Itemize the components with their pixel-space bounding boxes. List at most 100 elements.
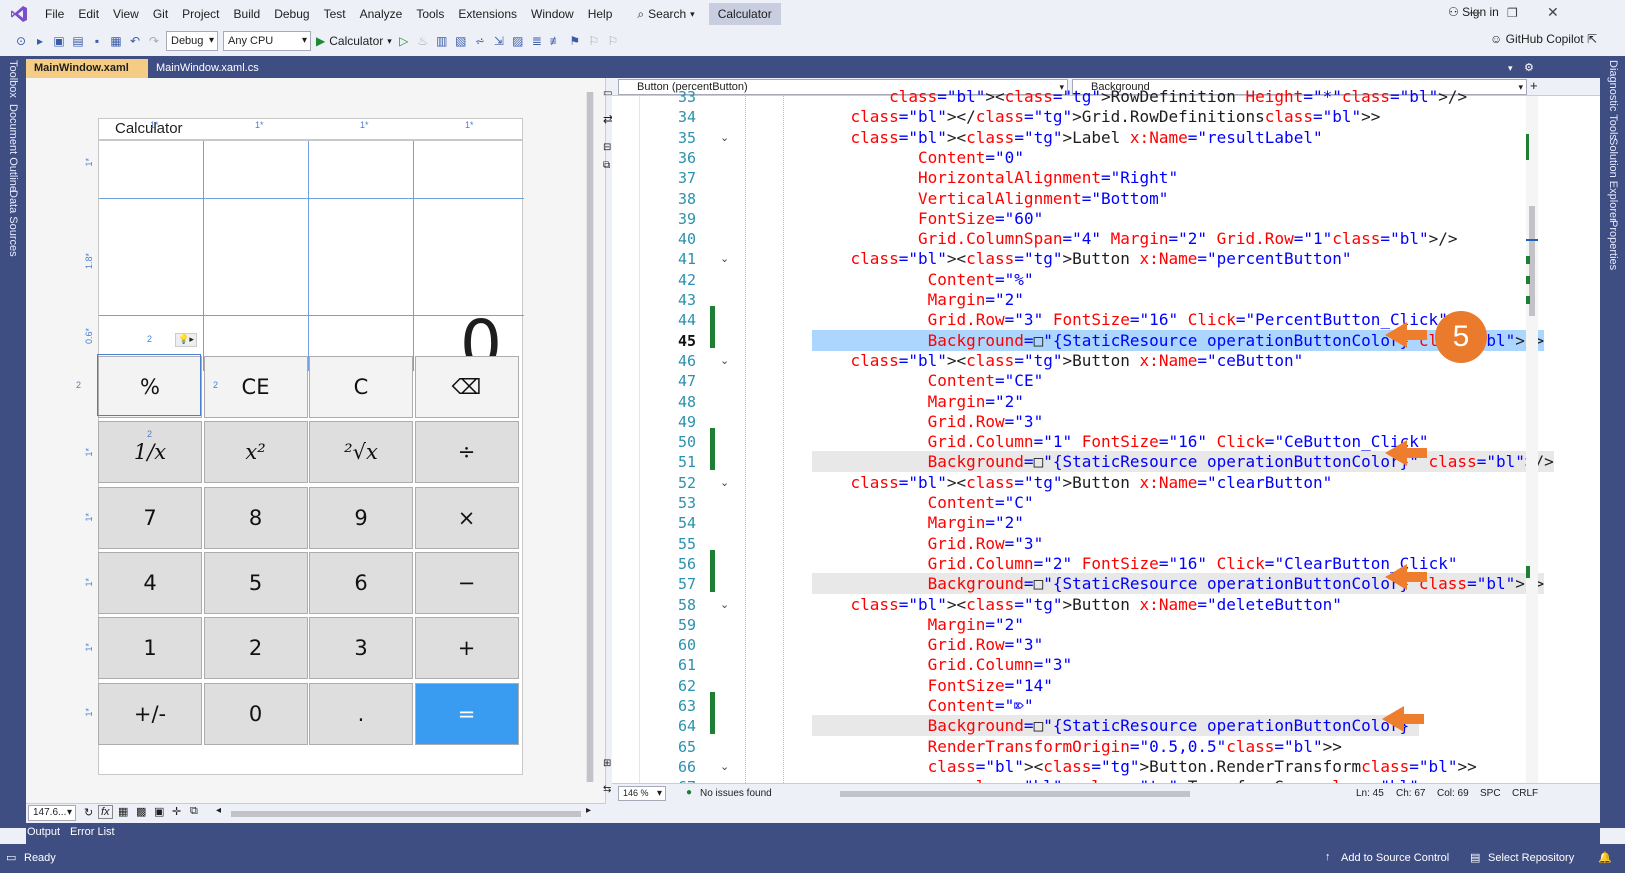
sqrt-button[interactable]: ²√x bbox=[309, 421, 413, 484]
menu-item-window[interactable]: Window bbox=[524, 0, 581, 28]
menu-item-analyze[interactable]: Analyze bbox=[353, 0, 410, 28]
row-size-label[interactable]: 0.6* bbox=[84, 328, 94, 344]
back-icon[interactable]: ⊙ bbox=[14, 34, 28, 48]
code-line[interactable]: 38 VerticalAlignment="Bottom" bbox=[640, 188, 1520, 209]
code-line[interactable]: 34 class="bl"></class="tg">Grid.RowDefin… bbox=[640, 106, 1520, 127]
artboard-icon[interactable]: ▣ bbox=[154, 805, 164, 818]
fold-toggle-icon[interactable]: ⌄ bbox=[720, 476, 729, 489]
fold-toggle-icon[interactable]: ⌄ bbox=[720, 598, 729, 611]
visual-studio-logo-icon[interactable] bbox=[0, 0, 38, 28]
hot-reload-icon[interactable]: ♨ bbox=[416, 34, 430, 48]
step-icon[interactable]: ⇲ bbox=[492, 34, 506, 48]
menu-item-edit[interactable]: Edit bbox=[71, 0, 106, 28]
negate-button[interactable]: +/- bbox=[98, 682, 202, 745]
xaml-designer-surface[interactable]: Calculator 0 💡▸ 1* 1* 1* 1* 1* 1.8* 0.6* 1* 1* 1… bbox=[26, 78, 606, 803]
fold-toggle-icon[interactable]: ⌄ bbox=[720, 131, 729, 144]
code-line[interactable]: 58 class="bl"><class="tg">Button x:Name=… bbox=[640, 594, 1520, 615]
uncomment-icon[interactable]: ≢ bbox=[549, 34, 563, 48]
code-line[interactable]: 47 Content="CE" bbox=[640, 370, 1520, 391]
save-icon[interactable]: ▪ bbox=[90, 34, 104, 48]
code-line[interactable]: 49 Grid.Row="3" bbox=[640, 411, 1520, 432]
toolbox-tab[interactable]: Toolbox bbox=[7, 60, 19, 98]
browse-icon[interactable]: ▥ bbox=[435, 34, 449, 48]
code-line[interactable]: 61 Grid.Column="3" bbox=[640, 654, 1520, 675]
menu-item-extensions[interactable]: Extensions bbox=[451, 0, 524, 28]
line-ending-mode[interactable]: CRLF bbox=[1512, 788, 1538, 799]
tab-error-list-label[interactable]: Error List bbox=[70, 826, 115, 838]
plus-button[interactable]: + bbox=[414, 617, 519, 680]
code-line[interactable]: 35 class="bl"><class="tg">Label x:Name="… bbox=[640, 127, 1520, 148]
code-line[interactable]: 60 Grid.Row="3" bbox=[640, 634, 1520, 655]
tab-mainwindow-xaml[interactable]: MainWindow.xaml ⊸ ✕ bbox=[26, 59, 148, 93]
code-line[interactable]: 66 class="bl"><class="tg">Button.RenderT… bbox=[640, 756, 1520, 777]
code-line[interactable]: 59 Margin="2" bbox=[640, 614, 1520, 635]
divide-button[interactable]: ÷ bbox=[414, 421, 519, 484]
diagnostic-tools-tab[interactable]: Diagnostic Tools bbox=[1607, 60, 1619, 140]
row-size-label[interactable]: 1* bbox=[84, 643, 94, 652]
collapse-pane-icon[interactable]: ⊟ bbox=[603, 142, 611, 153]
tab-mainwindow-xaml-cs[interactable]: MainWindow.xaml.cs bbox=[148, 59, 267, 78]
designer-vertical-scrollbar[interactable] bbox=[586, 92, 594, 782]
start-debugging-button[interactable]: ▶ Calculator ▾ bbox=[316, 34, 392, 48]
equals-button[interactable]: = bbox=[414, 682, 519, 745]
row-size-label[interactable]: 1* bbox=[84, 448, 94, 457]
platform-select[interactable]: Any CPU bbox=[223, 31, 311, 51]
open-folder-icon[interactable]: ▤ bbox=[71, 34, 85, 48]
column-size-label[interactable]: 1* bbox=[465, 120, 474, 130]
four-button[interactable]: 4 bbox=[98, 551, 202, 614]
code-line[interactable]: 41 class="bl"><class="tg">Button x:Name=… bbox=[640, 248, 1520, 269]
designer-zoom-select[interactable]: 147.6... bbox=[28, 805, 76, 821]
row-size-label[interactable]: 1* bbox=[84, 578, 94, 587]
two-button[interactable]: 2 bbox=[203, 617, 308, 680]
device-icon[interactable]: ⧉ bbox=[190, 805, 198, 818]
code-line[interactable]: 39 FontSize="60" bbox=[640, 208, 1520, 229]
github-copilot-button[interactable]: ☺ GitHub Copilot ⇱ bbox=[1490, 32, 1597, 46]
add-split-icon[interactable]: + bbox=[1530, 78, 1538, 93]
code-line[interactable]: 48 Margin="2" bbox=[640, 391, 1520, 412]
document-icon[interactable]: ▨ bbox=[511, 34, 525, 48]
code-line[interactable]: 37 HorizontalAlignment="Right" bbox=[640, 167, 1520, 188]
editor-vertical-scrollbar[interactable] bbox=[1526, 96, 1538, 783]
minus-button[interactable]: − bbox=[414, 551, 519, 614]
code-line[interactable]: 46 class="bl"><class="tg">Button x:Name=… bbox=[640, 350, 1520, 371]
menu-item-debug[interactable]: Debug bbox=[267, 0, 316, 28]
properties-tab[interactable]: Properties bbox=[1607, 220, 1619, 270]
nine-button[interactable]: 9 bbox=[309, 486, 413, 549]
swap-panes-icon[interactable]: ⇆ bbox=[603, 784, 611, 795]
bookmark-icon[interactable]: ⚑ bbox=[568, 34, 582, 48]
zero-button[interactable]: 0 bbox=[203, 682, 308, 745]
menu-item-file[interactable]: File bbox=[38, 0, 71, 28]
menu-item-tools[interactable]: Tools bbox=[409, 0, 451, 28]
popout-icon[interactable]: ⧉ bbox=[603, 160, 610, 171]
data-sources-tab[interactable]: Data Sources bbox=[7, 190, 19, 257]
designer-horizontal-scrollbar[interactable] bbox=[231, 811, 581, 817]
menu-item-view[interactable]: View bbox=[106, 0, 146, 28]
issues-status[interactable]: No issues found bbox=[700, 788, 772, 799]
row-size-label[interactable]: 1.8* bbox=[84, 253, 94, 269]
menu-item-git[interactable]: Git bbox=[146, 0, 175, 28]
code-line[interactable]: 53 Content="C" bbox=[640, 492, 1520, 513]
six-button[interactable]: 6 bbox=[309, 551, 413, 614]
redo-icon[interactable]: ↷ bbox=[147, 34, 161, 48]
eight-button[interactable]: 8 bbox=[203, 486, 308, 549]
selection-adorner[interactable] bbox=[97, 354, 201, 416]
column-size-label[interactable]: 1* bbox=[255, 120, 264, 130]
refresh-icon[interactable]: ↻ bbox=[84, 806, 93, 819]
code-line[interactable]: 65 RenderTransformOrigin="0.5,0.5"class=… bbox=[640, 736, 1520, 757]
new-project-icon[interactable]: ▣ bbox=[52, 34, 66, 48]
code-line[interactable]: 55 Grid.Row="3" bbox=[640, 533, 1520, 554]
row-size-label[interactable]: 1* bbox=[84, 708, 94, 717]
solution-explorer-tab[interactable]: Solution Explorer bbox=[1607, 138, 1619, 222]
settings-icon[interactable]: ⚙ bbox=[1516, 59, 1542, 78]
code-line[interactable]: 42 Content="%" bbox=[640, 269, 1520, 290]
grid-icon[interactable]: ▦ bbox=[118, 805, 128, 818]
code-line[interactable]: 40 Grid.ColumnSpan="4" Margin="2" Grid.R… bbox=[640, 228, 1520, 249]
add-to-source-control[interactable]: Add to Source Control bbox=[1341, 852, 1449, 864]
minimize-button[interactable]: ─ bbox=[1470, 4, 1480, 20]
editor-zoom-select[interactable]: 146 % bbox=[618, 786, 666, 801]
close-window-button[interactable]: ✕ bbox=[1547, 4, 1559, 21]
seven-button[interactable]: 7 bbox=[98, 486, 202, 549]
search-button[interactable]: ⌕ Search ▾ bbox=[629, 3, 702, 25]
lightbulb-icon[interactable]: 💡▸ bbox=[175, 333, 197, 347]
five-button[interactable]: 5 bbox=[203, 551, 308, 614]
